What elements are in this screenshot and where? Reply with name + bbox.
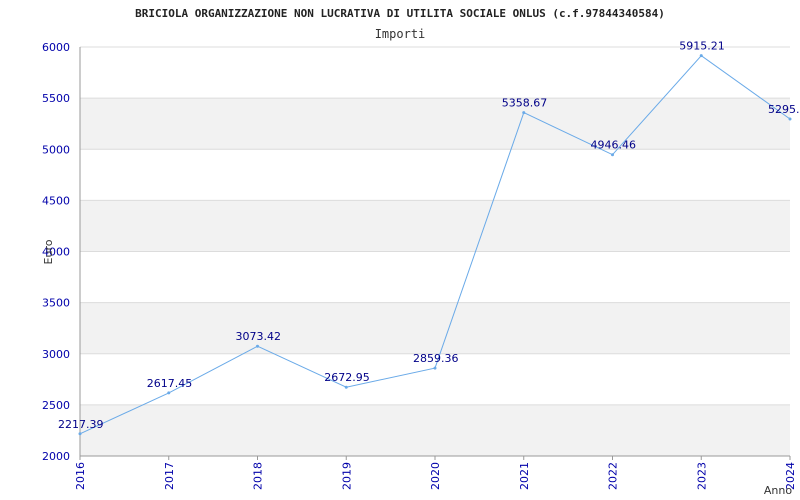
data-point xyxy=(344,385,348,389)
data-point xyxy=(611,153,614,157)
data-label: 2859.36 xyxy=(413,352,459,365)
plot-band xyxy=(80,98,790,150)
x-tick-label: 2017 xyxy=(163,462,176,490)
data-point xyxy=(522,111,526,115)
data-label: 2617.45 xyxy=(147,377,193,390)
y-axis-label: Euro xyxy=(42,239,55,264)
plot-band xyxy=(80,302,790,354)
y-tick-label: 3000 xyxy=(42,348,70,361)
data-label: 2217.39 xyxy=(58,418,104,431)
y-tick-label: 2500 xyxy=(42,399,70,412)
data-point xyxy=(788,117,792,121)
line-chart: BRICIOLA ORGANIZZAZIONE NON LUCRATIVA DI… xyxy=(42,7,800,497)
plot-band xyxy=(80,404,790,456)
chart-subtitle: Importi xyxy=(375,27,426,41)
data-point xyxy=(78,432,82,436)
x-tick-label: 2018 xyxy=(252,462,265,490)
plot-band xyxy=(80,47,790,99)
plot-band xyxy=(80,200,790,252)
chart-title: BRICIOLA ORGANIZZAZIONE NON LUCRATIVA DI… xyxy=(135,7,665,20)
data-label: 3073.42 xyxy=(236,330,282,343)
data-point xyxy=(167,391,171,395)
plot-band xyxy=(80,149,790,201)
x-tick-label: 2016 xyxy=(74,462,87,490)
x-tick-label: 2022 xyxy=(607,462,620,490)
data-label: 5295.9 xyxy=(768,103,800,116)
data-label: 5358.67 xyxy=(502,97,548,110)
data-label: 5915.21 xyxy=(679,40,725,53)
y-tick-label: 4500 xyxy=(42,194,70,207)
plot-band xyxy=(80,251,790,303)
y-tick-label: 2000 xyxy=(42,450,70,463)
data-point xyxy=(433,366,437,370)
x-axis-ticks: 2016 2017 2018 2019 2020 2021 2022 2023 2024 xyxy=(74,456,797,490)
x-tick-label: 2023 xyxy=(695,462,708,490)
data-label: 4946.46 xyxy=(591,139,637,152)
y-tick-label: 6000 xyxy=(42,41,70,54)
x-tick-label: 2020 xyxy=(429,462,442,490)
x-axis-label: Anno xyxy=(764,484,792,497)
data-point xyxy=(256,344,259,348)
y-tick-label: 5500 xyxy=(42,92,70,105)
y-tick-label: 5000 xyxy=(42,143,70,156)
x-tick-label: 2019 xyxy=(340,462,353,490)
x-tick-label: 2021 xyxy=(518,462,531,490)
y-tick-label: 3500 xyxy=(42,297,70,310)
data-label: 2672.95 xyxy=(324,371,370,384)
data-point xyxy=(699,54,703,58)
